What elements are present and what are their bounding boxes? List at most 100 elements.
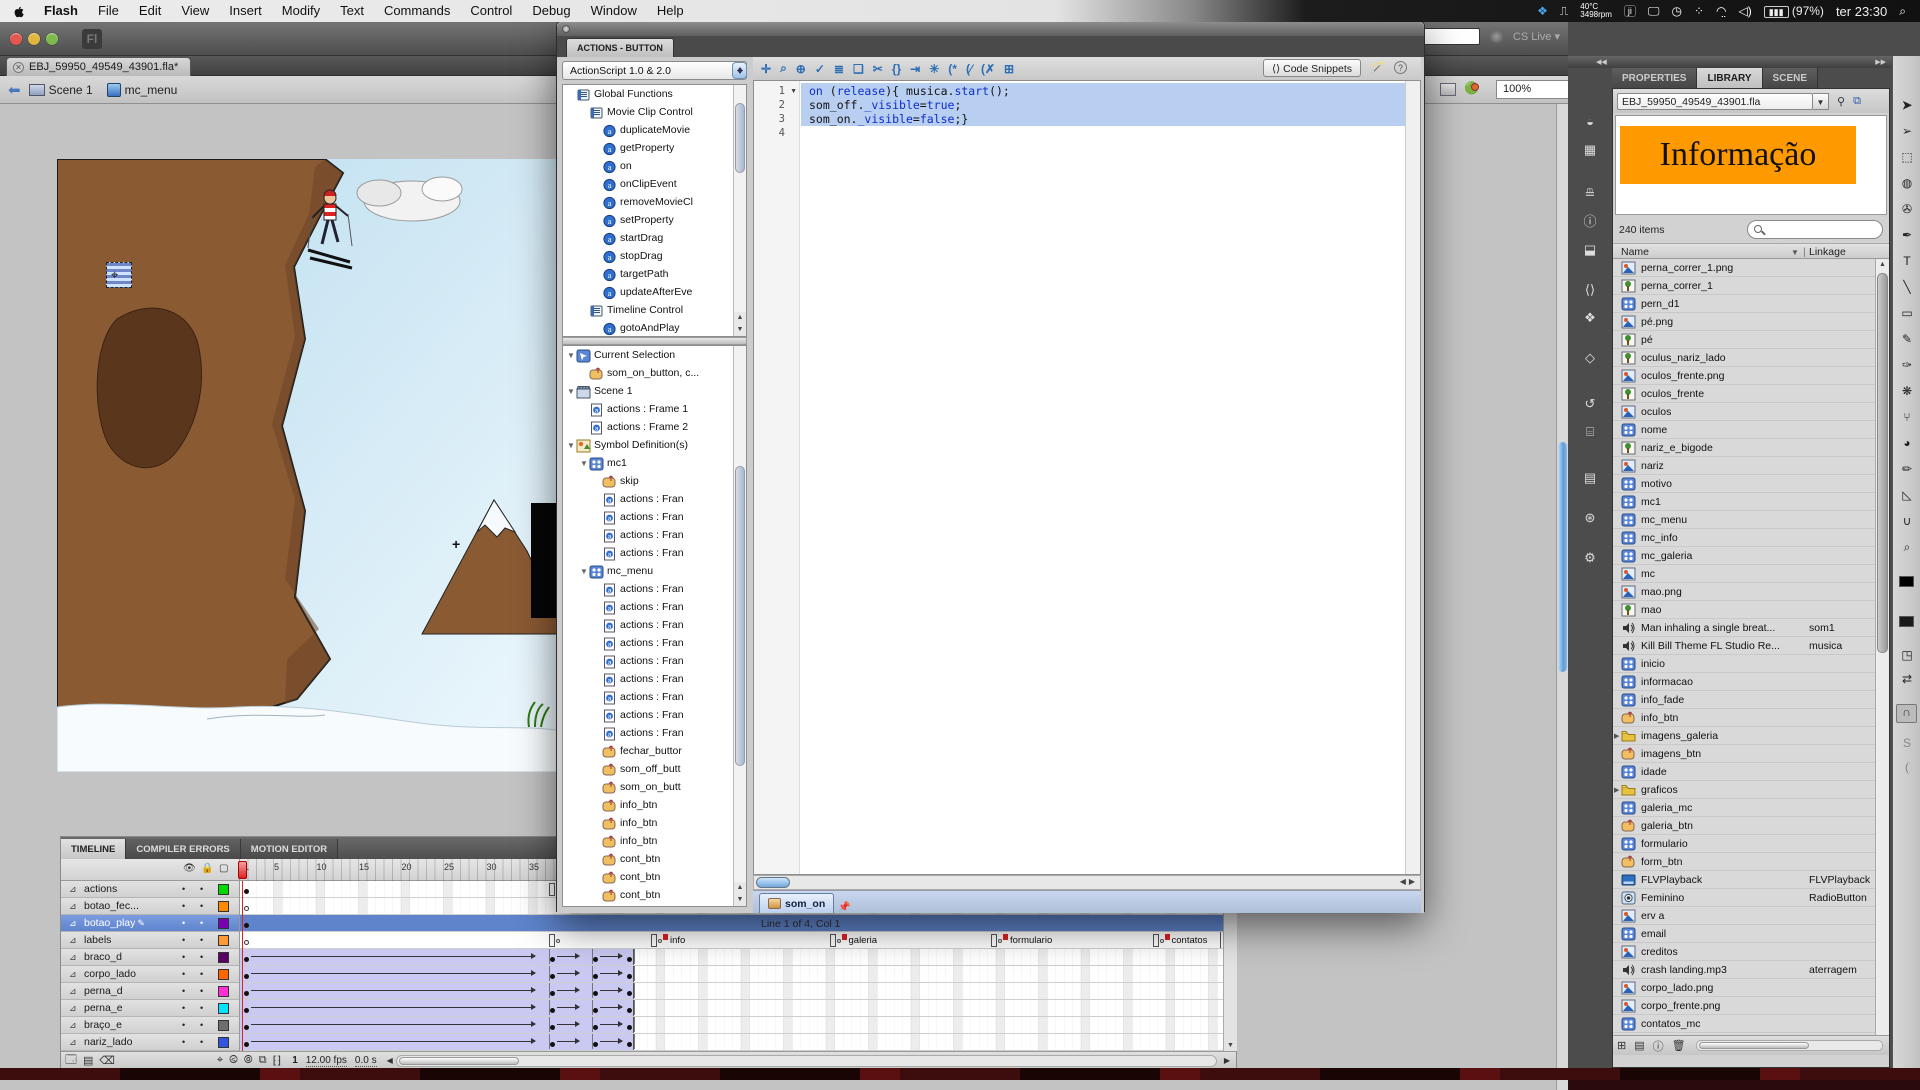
components-panel-icon[interactable]: ❖ <box>1580 308 1600 328</box>
library-item-name[interactable]: nariz_e_bigode <box>1641 442 1875 454</box>
new-folder-button[interactable]: ▤ <box>83 1054 93 1067</box>
keyframe-dot[interactable] <box>244 991 249 996</box>
navigator-item-actions-fran[interactable]: aactions : Fran <box>563 508 746 526</box>
panel-tab-properties[interactable]: PROPERTIES <box>1612 68 1697 88</box>
keyframe-dot[interactable] <box>244 923 249 928</box>
layer-color-swatch[interactable] <box>218 935 229 946</box>
library-item-graficos[interactable]: ▶graficos <box>1613 781 1875 799</box>
library-item-pern-d1[interactable]: pern_d1 <box>1613 295 1875 313</box>
script-navigator-tree[interactable]: ▲▼ ▼Current Selectionsom_on_button, c...… <box>562 345 747 907</box>
color-panel-icon[interactable]: ◒ <box>1580 112 1600 132</box>
behaviors-panel-icon[interactable]: ⚙ <box>1580 548 1600 568</box>
library-item-mao-png[interactable]: mao.png <box>1613 583 1875 601</box>
menu-item-window[interactable]: Window <box>581 0 647 22</box>
menu-item-commands[interactable]: Commands <box>374 0 460 22</box>
frames-row-nariz_lado[interactable] <box>240 1034 1223 1051</box>
folder-expander-icon[interactable]: ▶ <box>1614 732 1619 740</box>
collapse-dock-right-icon[interactable]: ▶▶ <box>1875 58 1886 66</box>
line-tool[interactable]: ╲ <box>1898 278 1916 296</box>
actions-close-button[interactable] <box>562 25 570 33</box>
frame-label-galeria[interactable]: galeria <box>830 933 878 948</box>
code-snippets-button[interactable]: ⟨⟩ Code Snippets <box>1263 59 1361 77</box>
block-comment-icon[interactable]: (* <box>948 62 957 76</box>
layer-name-label[interactable]: nariz_lado <box>84 1036 132 1048</box>
layer-lock-dot[interactable]: • <box>200 1020 203 1030</box>
hscroll-arrows[interactable]: ◀▶ <box>1400 877 1418 886</box>
app-status-icon[interactable]: ⎍ <box>1560 4 1568 19</box>
library-item-imagens-galeria[interactable]: ▶imagens_galeria <box>1613 727 1875 745</box>
volume-icon[interactable]: ◁) <box>1738 4 1751 18</box>
layer-row-bra-o_e[interactable]: ⊿braço_e•• <box>61 1017 239 1034</box>
keyframe-dot[interactable] <box>627 1042 632 1047</box>
navigator-item-actions-fran[interactable]: aactions : Fran <box>563 688 746 706</box>
subselection-tool[interactable]: ➢ <box>1898 122 1916 140</box>
navigator-item-actions-fran[interactable]: aactions : Fran <box>563 544 746 562</box>
menu-item-edit[interactable]: Edit <box>129 0 171 22</box>
keyframe-dot[interactable] <box>593 957 598 962</box>
library-item-name[interactable]: nome <box>1641 424 1875 436</box>
library-item-email[interactable]: email <box>1613 925 1875 943</box>
keyframe-dot[interactable] <box>550 1042 555 1047</box>
transform-panel-icon[interactable]: ⬓ <box>1580 240 1600 260</box>
navigator-item-scene-1[interactable]: ▼Scene 1 <box>563 382 746 400</box>
selection-tool[interactable]: ➤ <box>1898 96 1916 114</box>
navigator-item-symbol-definition-s-[interactable]: ▼Symbol Definition(s) <box>563 436 746 454</box>
library-item-mc-galeria[interactable]: mc_galeria <box>1613 547 1875 565</box>
minimize-window-button[interactable] <box>28 33 40 45</box>
history-panel-icon[interactable]: ↺ <box>1580 394 1600 414</box>
library-item-name[interactable]: pé.png <box>1641 316 1875 328</box>
library-item-name[interactable]: pé <box>1641 334 1875 346</box>
library-item-info-btn[interactable]: info_btn <box>1613 709 1875 727</box>
menu-item-insert[interactable]: Insert <box>219 0 272 22</box>
layer-visibility-dot[interactable]: • <box>182 1003 185 1013</box>
onion-skin-outlines-button[interactable]: ⦾ <box>244 1054 253 1067</box>
layer-name-label[interactable]: braço_e <box>84 1019 122 1031</box>
keyframe-dot[interactable] <box>244 957 249 962</box>
navigator-item-fechar-buttor[interactable]: fechar_buttor <box>563 742 746 760</box>
layer-color-swatch[interactable] <box>218 1037 229 1048</box>
timeline-hscroll-left-arrow[interactable]: ◀ <box>387 1056 393 1065</box>
keyframe-dot[interactable] <box>244 889 249 894</box>
library-item-man-inhaling-a-single-breat-[interactable]: Man inhaling a single breat...som1 <box>1613 619 1875 637</box>
library-item-name[interactable]: nariz <box>1641 460 1875 472</box>
actions-panel-tab[interactable]: ACTIONS - BUTTON <box>566 38 674 57</box>
stroke-color-swatch[interactable] <box>1899 576 1914 587</box>
layer-lock-dot[interactable]: • <box>200 901 203 911</box>
actions-window-titlebar[interactable] <box>557 22 1424 36</box>
frames-row-perna_e[interactable] <box>240 1000 1223 1017</box>
hand-tool[interactable]: ∪ <box>1898 512 1916 530</box>
frames-row-labels[interactable]: infogaleriaformulariocontatos <box>240 932 1223 949</box>
library-item-perna-correr-1[interactable]: perna_correr_1 <box>1613 277 1875 295</box>
navigator-item-som-on-button-c-[interactable]: som_on_button, c... <box>563 364 746 382</box>
frame-rate-readout[interactable]: 12.00 fps <box>306 1055 347 1067</box>
strings-panel-icon[interactable]: ⌸ <box>1580 422 1600 442</box>
library-item-p-[interactable]: pé <box>1613 331 1875 349</box>
swap-colors-icon[interactable]: ⇄ <box>1898 670 1916 688</box>
layer-lock-dot[interactable]: • <box>200 986 203 996</box>
keyframe-dot[interactable] <box>593 1042 598 1047</box>
library-item-inicio[interactable]: inicio <box>1613 655 1875 673</box>
library-item-name[interactable]: perna_correr_1 <box>1641 280 1875 292</box>
zoom-window-button[interactable] <box>46 33 58 45</box>
navigator-item-cont-btn[interactable]: cont_btn <box>563 886 746 904</box>
keyframe-dot[interactable] <box>627 991 632 996</box>
line-comment-icon[interactable]: (⁄ <box>966 62 972 76</box>
straighten-option-icon[interactable]: ( <box>1898 758 1916 776</box>
actions-toolbox-tree[interactable]: ▲▼ Global FunctionsMovie Clip Controladu… <box>562 84 747 337</box>
navigator-item-skip[interactable]: skip <box>563 472 746 490</box>
navigator-item-current-selection[interactable]: ▼Current Selection <box>563 346 746 364</box>
navigator-item-actions-fran[interactable]: aactions : Fran <box>563 616 746 634</box>
tree-splitter-handle[interactable] <box>562 337 747 345</box>
navigator-item-actions-fran[interactable]: aactions : Fran <box>563 634 746 652</box>
library-item-name[interactable]: info_fade <box>1641 694 1875 706</box>
library-item-name[interactable]: form_btn <box>1641 856 1875 868</box>
library-preview[interactable]: Informação <box>1615 115 1887 215</box>
keyframe-dot[interactable] <box>244 1025 249 1030</box>
layer-row-perna_d[interactable]: ⊿perna_d•• <box>61 983 239 1000</box>
navigator-item-actions-fran[interactable]: aactions : Fran <box>563 490 746 508</box>
layer-visibility-dot[interactable]: • <box>182 918 185 928</box>
frames-row-perna_d[interactable] <box>240 983 1223 1000</box>
library-item-creditos[interactable]: creditos <box>1613 943 1875 961</box>
pin-library-icon[interactable]: ⚲ <box>1837 95 1845 108</box>
toolbox-item-movie-clip-control[interactable]: Movie Clip Control <box>563 103 746 121</box>
